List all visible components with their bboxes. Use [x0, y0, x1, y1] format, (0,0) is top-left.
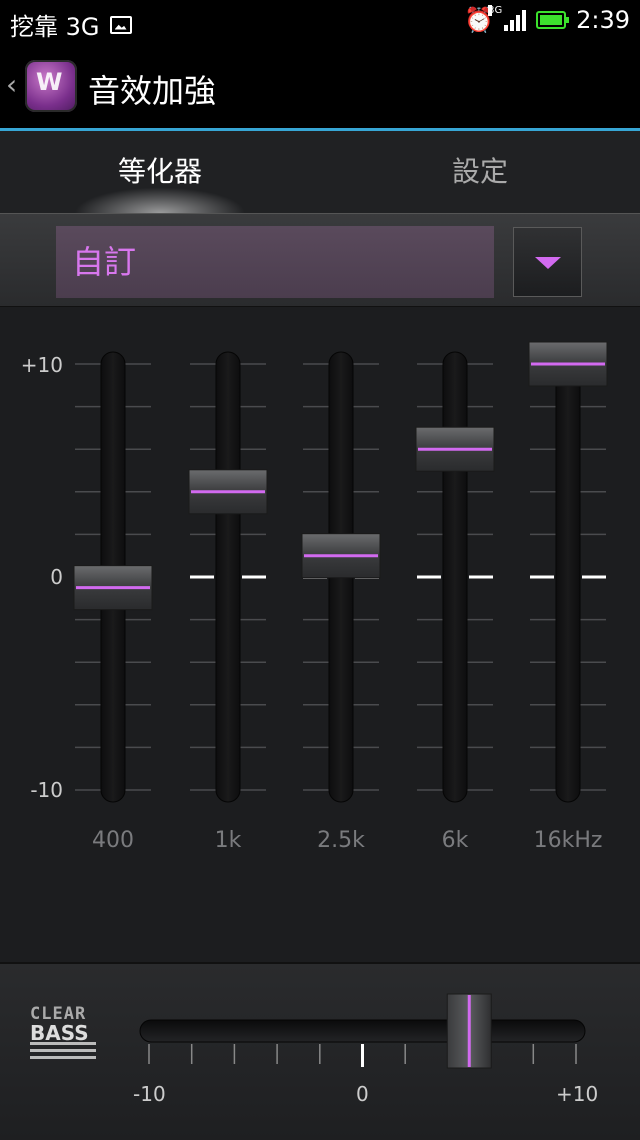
clock: 2:39: [576, 6, 630, 34]
band-track[interactable]: [215, 351, 241, 803]
chevron-left-icon[interactable]: ‹: [6, 68, 17, 101]
clear-bass-slider[interactable]: [0, 964, 640, 1140]
walkman-logo-icon[interactable]: [25, 60, 77, 112]
preset-select[interactable]: 自訂: [56, 226, 494, 298]
band-thumb[interactable]: [73, 565, 153, 611]
app-title: 音效加強: [88, 72, 217, 110]
band-thumb[interactable]: [301, 533, 381, 579]
network-type-label: 3G: [488, 5, 503, 16]
scale-label-zero: 0: [50, 565, 63, 589]
app-bar: ‹ 音效加強: [0, 44, 640, 131]
band-thumb[interactable]: [415, 426, 495, 472]
band-thumb[interactable]: [188, 469, 268, 515]
band-track[interactable]: [555, 351, 581, 803]
bass-max-label: +10: [556, 1082, 599, 1106]
bass-track: [139, 1019, 586, 1043]
triangle-down-icon[interactable]: [513, 227, 582, 297]
equalizer-chart: 400 1k 2.5k 6k 16kHz +10 0 -10: [21, 341, 608, 853]
tab-equalizer[interactable]: 等化器: [0, 131, 320, 213]
bass-min-label: -10: [133, 1082, 166, 1106]
band-label: 2.5k: [317, 828, 365, 853]
bass-thumb[interactable]: [446, 993, 492, 1069]
band-label: 400: [92, 828, 134, 853]
band-label: 16kHz: [534, 828, 603, 853]
clear-bass-panel: CLEAR BASS -10 0 +10: [0, 962, 640, 1140]
bass-zero-label: 0: [356, 1082, 369, 1106]
battery-icon: [536, 11, 570, 29]
signal-icon: 3G: [488, 5, 527, 31]
band-track[interactable]: [442, 351, 468, 803]
band-label: 1k: [215, 828, 242, 853]
equalizer-panel: 400 1k 2.5k 6k 16kHz +10 0 -10: [0, 305, 640, 960]
scale-label-bottom: -10: [30, 778, 63, 802]
status-bar: 挖靠 3G ⏰ 3G 2:39: [0, 0, 640, 44]
carrier-label: 挖靠 3G: [10, 13, 100, 41]
band-label: 6k: [442, 828, 469, 853]
band-thumb[interactable]: [528, 341, 608, 387]
tab-settings[interactable]: 設定: [320, 131, 640, 213]
tab-bar: 等化器 設定: [0, 131, 640, 213]
gallery-icon: [109, 15, 132, 34]
preset-bar: 自訂: [0, 213, 640, 307]
scale-label-top: +10: [21, 353, 63, 377]
